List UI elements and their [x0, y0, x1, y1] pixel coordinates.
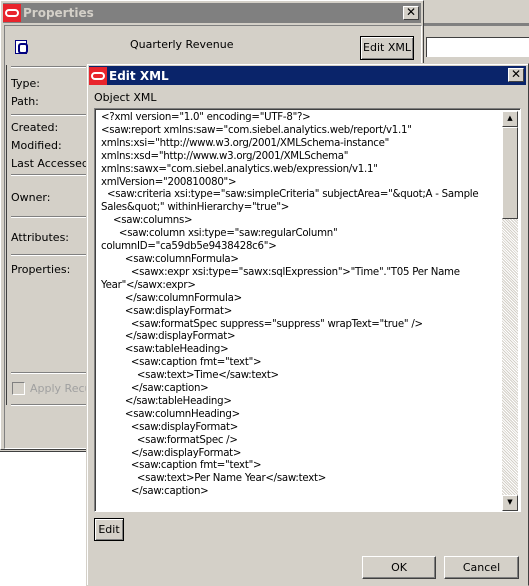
object-xml-label: Object XML — [94, 91, 157, 104]
edit-xml-dialog: Edit XML ✕ Object XML <?xml version="1.0… — [86, 63, 529, 586]
xml-line: xmlns:sawx="com.siebel.analytics.web/exp… — [101, 163, 378, 175]
divider — [11, 254, 91, 256]
xml-line: <?xml version="1.0" encoding="UTF-8"?> — [101, 112, 311, 123]
xml-line: </saw:columnFormula> — [101, 292, 242, 304]
divider — [11, 404, 91, 406]
xml-line: Year"</sawx:expr> — [101, 279, 196, 291]
xml-line: <saw:text>Time</saw:text> — [101, 370, 279, 382]
xml-line: <saw:column xsi:type="saw:regularColumn" — [101, 228, 338, 240]
properties-label: Properties: — [11, 263, 71, 276]
attributes-label: Attributes: — [11, 231, 70, 244]
xml-content[interactable]: <?xml version="1.0" encoding="UTF-8"?> <s… — [101, 112, 505, 508]
divider — [11, 114, 91, 116]
object-name: Quarterly Revenue — [130, 38, 234, 51]
xml-line: xmlns:xsd="http://www.w3.org/2001/XMLSch… — [101, 150, 349, 162]
properties-title-bar[interactable]: Properties ✕ — [3, 3, 421, 23]
xml-line: </saw:displayFormat> — [101, 331, 236, 343]
apply-recursive-checkbox[interactable] — [12, 382, 25, 395]
xml-line: <saw:displayFormat> — [101, 421, 239, 433]
properties-title: Properties — [23, 6, 94, 20]
xml-line: <saw:columnFormula> — [101, 253, 239, 265]
xml-line: <saw:formatSpec suppress="suppress" wrap… — [101, 318, 423, 330]
xml-line: <saw:tableHeading> — [101, 344, 229, 356]
xml-line: xmlVersion="200810080"> — [101, 176, 237, 188]
scroll-down-button[interactable]: ▼ — [502, 495, 518, 511]
scroll-up-icon: ▲ — [507, 114, 513, 122]
xml-line: <saw:text>Per Name Year</saw:text> — [101, 473, 326, 485]
path-label: Path: — [11, 95, 39, 108]
xml-line: <saw:displayFormat> — [101, 305, 233, 317]
background-divider — [420, 23, 529, 26]
xml-line: columnID="ca59db5e9438428c6"> — [101, 241, 277, 253]
xml-line: <saw:caption fmt="text"> — [101, 357, 262, 369]
scrollbar-thumb[interactable] — [502, 127, 518, 219]
divider — [11, 66, 91, 68]
divider — [11, 216, 91, 218]
divider — [11, 372, 91, 374]
last-accessed-label: Last Accessed: — [11, 157, 93, 170]
xml-line: </saw:caption> — [101, 383, 209, 395]
oracle-logo-icon — [89, 66, 107, 85]
created-label: Created: — [11, 121, 59, 134]
xml-line: <saw:columns> — [101, 215, 193, 227]
scroll-up-button[interactable]: ▲ — [502, 111, 518, 127]
type-label: Type: — [11, 77, 40, 90]
xml-line: <saw:caption fmt="text"> — [101, 460, 262, 472]
xml-line: <saw:formatSpec /> — [101, 434, 238, 446]
xml-line: <saw:columnHeading> — [101, 408, 240, 420]
edit-xml-close-button[interactable]: ✕ — [508, 68, 524, 82]
owner-label: Owner: — [11, 191, 51, 204]
background-field — [426, 37, 529, 57]
modified-label: Modified: — [11, 139, 62, 152]
properties-close-button[interactable]: ✕ — [403, 6, 419, 20]
xml-line: </saw:tableHeading> — [101, 395, 232, 407]
oracle-logo-icon — [3, 4, 21, 22]
xml-line: Sales&quot;" withinHierarchy="true"> — [101, 202, 290, 214]
vertical-scrollbar[interactable]: ▲ ▼ — [502, 111, 518, 511]
divider — [11, 174, 91, 176]
xml-line: </saw:displayFormat> — [101, 447, 242, 459]
cancel-button[interactable]: Cancel — [444, 556, 519, 579]
analysis-object-icon — [15, 40, 28, 54]
ok-button[interactable]: OK — [362, 556, 436, 579]
background-panel — [0, 451, 86, 586]
edit-button[interactable]: Edit — [94, 518, 124, 541]
xml-line: <sawx:expr xsi:type="sawx:sqlExpression"… — [101, 266, 460, 278]
edit-xml-title-bar[interactable]: Edit XML ✕ — [89, 66, 526, 85]
edit-xml-title: Edit XML — [109, 68, 169, 83]
xml-line: xmlns:xsi="http://www.w3.org/2001/XMLSch… — [101, 137, 390, 149]
xml-text-area[interactable]: <?xml version="1.0" encoding="UTF-8"?> <s… — [94, 108, 521, 512]
apply-recursive-option[interactable]: Apply Recur — [12, 382, 96, 395]
xml-line: <saw:report xmlns:saw="com.siebel.analyt… — [101, 124, 412, 136]
xml-line: <saw:criteria xsi:type="saw:simpleCriter… — [101, 189, 479, 201]
edit-xml-button[interactable]: Edit XML — [360, 36, 414, 60]
xml-line: </saw:caption> — [101, 486, 209, 498]
scroll-down-icon: ▼ — [507, 498, 513, 506]
